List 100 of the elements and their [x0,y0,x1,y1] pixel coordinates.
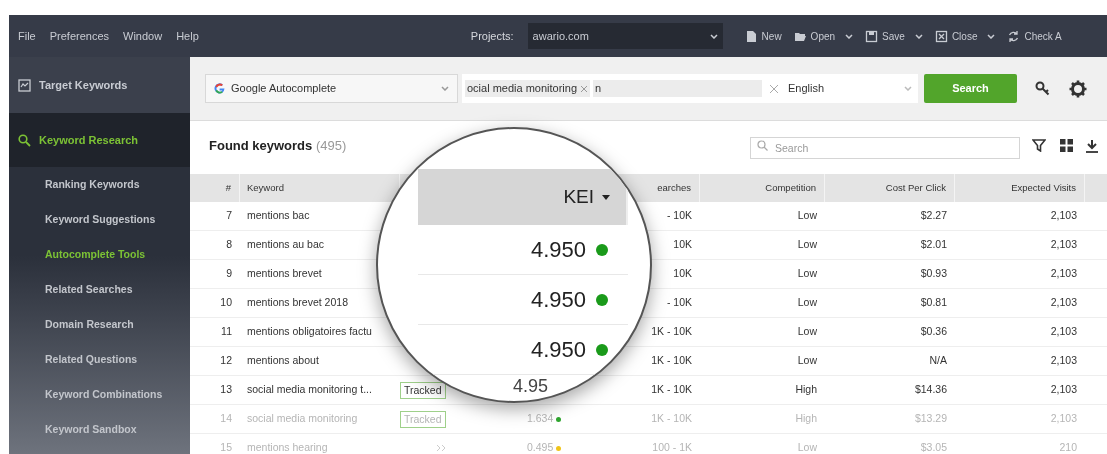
sidebar-item[interactable]: Keyword Suggestions [9,202,190,237]
table-cell: 2,103 [1050,324,1077,340]
table-cell: 11 [221,324,232,340]
language-dropdown[interactable]: English [782,74,918,103]
toolbar-button[interactable]: Save [865,28,923,44]
caret-icon [709,33,718,39]
keyword-tag: ocial media monitoring [465,80,591,97]
sidebar-section[interactable]: Target Keywords [9,57,190,113]
source-dropdown[interactable]: Google Autocomplete [205,74,458,103]
table-cell: social media monitoring [247,411,358,427]
column-header[interactable]: Keyword [247,180,284,196]
table-cell: - 10K [666,208,692,224]
project-dropdown[interactable]: awario.com [527,23,723,49]
table-cell: 10 [220,295,232,311]
table-cell: N/A [929,353,947,369]
clear-icon [769,83,779,94]
table-cell: - 10K [666,295,692,311]
table-cell: Low [797,237,817,253]
table-cell: social media monitoring t... [247,382,372,398]
project-label: Projects: [470,28,514,44]
table-cell: 14 [220,411,232,427]
table-cell: 2,103 [1050,411,1077,427]
table-cell: 13 [220,382,232,398]
caret-icon [904,86,912,91]
sidebar-item[interactable]: Related Questions [9,342,190,377]
caret-icon [441,86,449,91]
menu-item[interactable]: Window [123,27,163,45]
table-cell: 1.634 [527,411,554,427]
table-cell: 8 [226,237,232,253]
table-cell: 1K - 10K [651,324,692,340]
column-header[interactable]: KEI [418,169,628,225]
key-icon [1035,80,1051,97]
table-cell: $0.93 [920,266,947,282]
table-cell: 1K - 10K [651,353,692,369]
sort-caret-icon [602,194,610,200]
menu-item[interactable]: File [18,27,36,45]
table-cell: High [795,382,817,398]
toolbar-button[interactable]: Close [934,28,996,44]
document-icon [744,29,758,43]
table-cell: mentions au bac [247,237,325,253]
table-cell: $13.29 [914,411,947,427]
table-cell: 2,103 [1050,382,1077,398]
table-cell: 10K [673,266,692,282]
menu-item[interactable]: Help [176,27,199,45]
sidebar-item[interactable]: Keyword Combinations [9,377,190,412]
search-icon [757,139,768,151]
table-cell: $0.81 [920,295,947,311]
table-cell: Low [797,266,817,282]
table-cell: 2,103 [1050,295,1077,311]
table-cell: mentions brevet [247,266,322,282]
google-g-icon [214,83,225,94]
table-cell: Low [797,295,817,311]
search-field[interactable]: Search [750,136,1020,159]
search-icon [18,133,31,147]
table-cell: mentions brevet 2018 [247,295,348,311]
tracked-tag: Tracked [400,410,446,428]
sidebar-item[interactable]: Ranking Keywords [9,167,190,202]
table-cell: 1K - 10K [651,411,692,427]
chart-icon [18,78,31,92]
table-cell: 7 [226,208,232,224]
table-cell: mentions bac [247,208,310,224]
table-cell: 2,103 [1050,353,1077,369]
table-cell: $0.36 [920,324,947,340]
column-header[interactable]: # [225,180,231,196]
sidebar-item[interactable]: Related Searches [9,272,190,307]
kei-value: 4.950 [530,236,586,264]
toolbar-button[interactable]: Check A [1007,28,1062,44]
table-cell: mentions hearing [247,440,328,454]
kei-value: 4.950 [530,336,586,364]
table-cell: 9 [226,266,232,282]
table-cell: $14.36 [914,382,947,398]
sidebar-section[interactable]: Keyword Research [9,113,190,167]
table-cell: mentions obligatoires factu [247,324,372,340]
close-icon [580,84,589,93]
table-cell: Low [797,353,817,369]
table-cell: $3.05 [920,440,947,454]
menu-item[interactable]: Preferences [49,27,110,45]
column-header[interactable]: Competition [765,180,816,196]
keyword-input-field[interactable]: ocial media monitoring n [462,74,782,103]
toolbar-button[interactable]: New [744,28,782,44]
table-cell: 15 [220,440,232,454]
refresh-icon [1007,29,1021,43]
table-cell: 12 [220,353,232,369]
table-cell: 210 [1059,440,1077,454]
sidebar-item[interactable]: Domain Research [9,307,190,342]
column-header[interactable]: Expected Visits [1011,180,1076,196]
table-cell: $2.27 [920,208,947,224]
column-header[interactable]: earches [657,180,691,196]
table-cell: 10K [673,237,692,253]
table-cell: 2,103 [1050,237,1077,253]
table-cell: Low [797,324,817,340]
table-cell: mentions about [247,353,319,369]
table-cell: 2,103 [1050,266,1077,282]
grid-icon [1060,139,1073,152]
column-header[interactable]: Cost Per Click [885,180,946,196]
table-cell: 0.495 [527,440,554,454]
table-cell: $2.01 [920,237,947,253]
table-cell: Low [797,440,817,454]
toolbar-button[interactable]: Open [793,28,854,44]
sidebar-item[interactable]: Autocomplete Tools [9,237,190,272]
